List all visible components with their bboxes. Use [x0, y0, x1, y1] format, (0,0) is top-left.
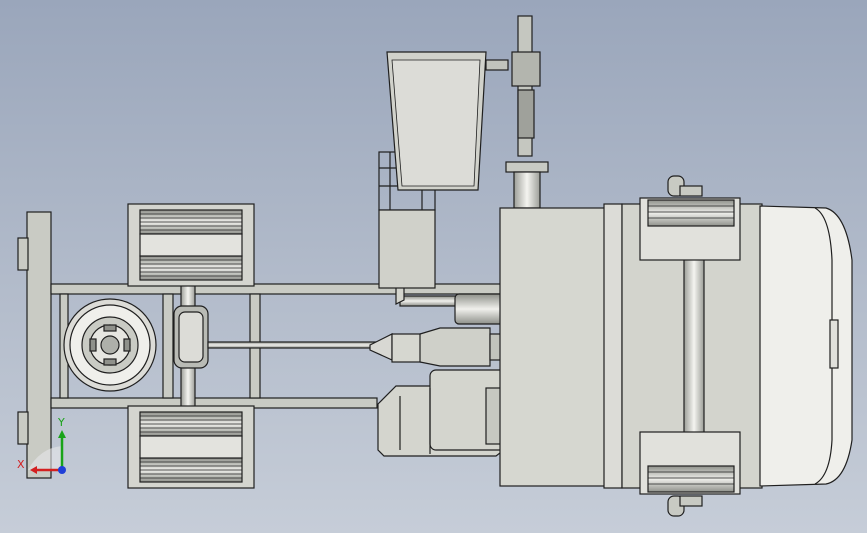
front-axle[interactable] — [683, 231, 705, 461]
front-wheel-top[interactable] — [639, 175, 741, 261]
y-axis-label: Y — [57, 416, 65, 429]
transmission[interactable] — [369, 327, 517, 367]
crane-arm[interactable] — [505, 15, 549, 209]
cad-viewport[interactable]: X Y — [0, 0, 867, 533]
rear-wheel-bottom[interactable] — [127, 405, 255, 489]
spare-tire[interactable] — [63, 298, 157, 392]
drive-shaft[interactable] — [207, 341, 379, 349]
front-wheel-bottom[interactable] — [639, 431, 741, 517]
fuel-tank[interactable] — [377, 369, 509, 457]
hopper-bin[interactable] — [386, 51, 509, 191]
z-axis-origin — [58, 466, 66, 474]
truck-chassis-drawing: X Y — [17, 15, 853, 517]
rear-bumper[interactable] — [17, 211, 52, 479]
rear-wheel-top[interactable] — [127, 203, 255, 287]
y-axis-arrowhead — [58, 430, 66, 438]
x-axis-label: X — [17, 458, 25, 471]
engine-cab[interactable] — [499, 203, 627, 489]
